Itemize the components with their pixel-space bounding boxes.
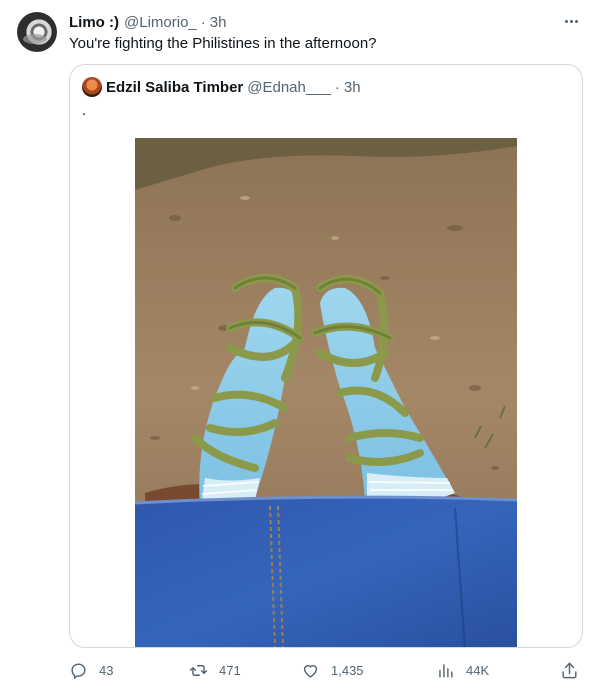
retweet-icon xyxy=(189,664,208,676)
author-avatar[interactable] xyxy=(17,12,57,52)
author-handle[interactable]: @Limorio_ xyxy=(124,14,197,31)
reply-count: 43 xyxy=(99,662,114,678)
tweet-actions: 43 471 1,435 44K xyxy=(69,658,583,682)
tweet-header: Limo :) @Limorio_ · 3h xyxy=(69,12,226,32)
quoted-author-avatar[interactable] xyxy=(82,77,102,97)
views-button[interactable]: 44K xyxy=(436,658,489,682)
like-count: 1,435 xyxy=(331,662,364,678)
quoted-tweet[interactable]: Edzil Saliba Timber @Ednah___ · 3h . xyxy=(69,64,583,648)
share-button[interactable] xyxy=(560,658,579,682)
quoted-tweet-text: . xyxy=(82,102,87,119)
like-button[interactable]: 1,435 xyxy=(301,658,364,682)
tweet[interactable]: Limo :) @Limorio_ · 3h You're fighting t… xyxy=(0,0,601,696)
reply-button[interactable]: 43 xyxy=(69,658,113,682)
share-icon xyxy=(562,662,577,678)
tweet-time[interactable]: 3h xyxy=(210,14,227,31)
more-horizontal-icon[interactable] xyxy=(561,12,581,30)
reply-icon xyxy=(71,662,86,679)
views-chart-icon xyxy=(439,663,453,678)
views-count: 44K xyxy=(466,662,490,678)
quoted-separator: · xyxy=(334,78,340,96)
retweet-count: 471 xyxy=(219,662,241,678)
author-name[interactable]: Limo :) xyxy=(69,14,119,31)
retweet-button[interactable]: 471 xyxy=(189,658,241,682)
quoted-author-handle[interactable]: @Ednah___ xyxy=(247,79,331,96)
quoted-tweet-header: Edzil Saliba Timber @Ednah___ · 3h xyxy=(82,77,361,97)
heart-icon xyxy=(303,664,318,678)
tweet-text: You're fighting the Philistines in the a… xyxy=(69,35,377,52)
quoted-author-name[interactable]: Edzil Saliba Timber xyxy=(106,79,243,96)
separator: · xyxy=(200,13,206,31)
quoted-tweet-time[interactable]: 3h xyxy=(344,79,361,96)
tweet-photo[interactable] xyxy=(135,138,517,647)
